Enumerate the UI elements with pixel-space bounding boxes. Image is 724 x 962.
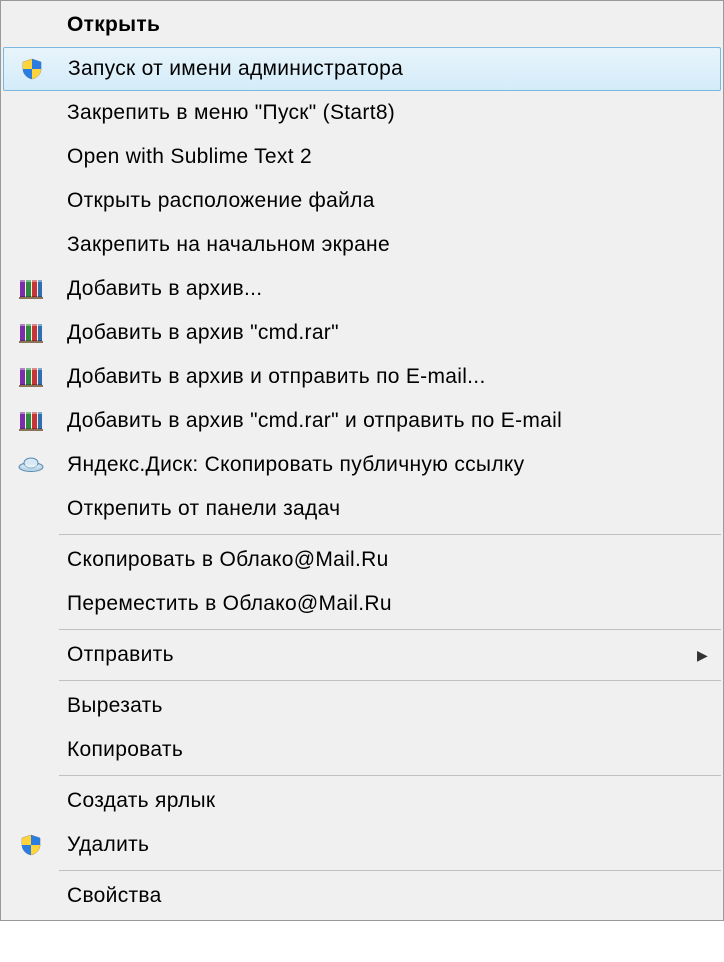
- menu-item-label: Переместить в Облако@Mail.Ru: [59, 592, 721, 616]
- winrar-icon: [18, 277, 44, 301]
- menu-item-icon-slot: [3, 409, 59, 433]
- menu-item-icon-slot: [3, 455, 59, 475]
- menu-separator: [59, 775, 721, 776]
- menu-item-label: Отправить: [59, 643, 697, 667]
- menu-item-label: Открыть расположение файла: [59, 189, 721, 213]
- winrar-icon: [18, 409, 44, 433]
- menu-item-label: Добавить в архив "cmd.rar" и отправить п…: [59, 409, 721, 433]
- menu-item[interactable]: Закрепить в меню "Пуск" (Start8): [3, 91, 721, 135]
- menu-item[interactable]: Открыть: [3, 3, 721, 47]
- menu-item[interactable]: Добавить в архив "cmd.rar" и отправить п…: [3, 399, 721, 443]
- menu-item[interactable]: Открыть расположение файла: [3, 179, 721, 223]
- winrar-icon: [18, 321, 44, 345]
- menu-item-label: Open with Sublime Text 2: [59, 145, 721, 169]
- menu-separator: [59, 870, 721, 871]
- menu-item[interactable]: Переместить в Облако@Mail.Ru: [3, 582, 721, 626]
- menu-item[interactable]: Закрепить на начальном экране: [3, 223, 721, 267]
- menu-item-icon-slot: [3, 833, 59, 857]
- menu-item-label: Запуск от имени администратора: [60, 57, 720, 81]
- menu-item[interactable]: Запуск от имени администратора: [3, 47, 721, 91]
- menu-item[interactable]: Добавить в архив...: [3, 267, 721, 311]
- menu-item-label: Открыть: [59, 13, 721, 37]
- menu-item[interactable]: Добавить в архив и отправить по E-mail..…: [3, 355, 721, 399]
- menu-separator: [59, 534, 721, 535]
- menu-item[interactable]: Копировать: [3, 728, 721, 772]
- menu-separator: [59, 629, 721, 630]
- menu-item[interactable]: Свойства: [3, 874, 721, 918]
- context-menu: Открыть Запуск от имени администратора Зак…: [0, 0, 724, 921]
- menu-item[interactable]: Скопировать в Облако@Mail.Ru: [3, 538, 721, 582]
- menu-item[interactable]: Добавить в архив "cmd.rar": [3, 311, 721, 355]
- menu-item-label: Яндекс.Диск: Скопировать публичную ссылк…: [59, 453, 721, 477]
- menu-item[interactable]: Open with Sublime Text 2: [3, 135, 721, 179]
- shield-uac-icon: [20, 57, 44, 81]
- menu-separator: [59, 680, 721, 681]
- menu-item-label: Свойства: [59, 884, 721, 908]
- winrar-icon: [18, 365, 44, 389]
- menu-item[interactable]: Создать ярлык: [3, 779, 721, 823]
- menu-item-label: Создать ярлык: [59, 789, 721, 813]
- menu-item-label: Скопировать в Облако@Mail.Ru: [59, 548, 721, 572]
- yadisk-icon: [17, 455, 45, 475]
- menu-item-icon-slot: [4, 57, 60, 81]
- menu-item-icon-slot: [3, 277, 59, 301]
- menu-item-label: Добавить в архив "cmd.rar": [59, 321, 721, 345]
- menu-item-label: Удалить: [59, 833, 721, 857]
- menu-item-label: Закрепить на начальном экране: [59, 233, 721, 257]
- menu-item-label: Открепить от панели задач: [59, 497, 721, 521]
- menu-item-label: Добавить в архив и отправить по E-mail..…: [59, 365, 721, 389]
- menu-item[interactable]: Открепить от панели задач: [3, 487, 721, 531]
- menu-item-label: Добавить в архив...: [59, 277, 721, 301]
- menu-item[interactable]: Удалить: [3, 823, 721, 867]
- shield-uac-icon: [19, 833, 43, 857]
- menu-item-label: Закрепить в меню "Пуск" (Start8): [59, 101, 721, 125]
- menu-item-icon-slot: [3, 365, 59, 389]
- menu-item-icon-slot: [3, 321, 59, 345]
- menu-item-label: Вырезать: [59, 694, 721, 718]
- menu-item[interactable]: Отправить▶: [3, 633, 721, 677]
- submenu-arrow-icon: ▶: [697, 647, 721, 664]
- menu-item[interactable]: Яндекс.Диск: Скопировать публичную ссылк…: [3, 443, 721, 487]
- menu-item[interactable]: Вырезать: [3, 684, 721, 728]
- menu-item-label: Копировать: [59, 738, 721, 762]
